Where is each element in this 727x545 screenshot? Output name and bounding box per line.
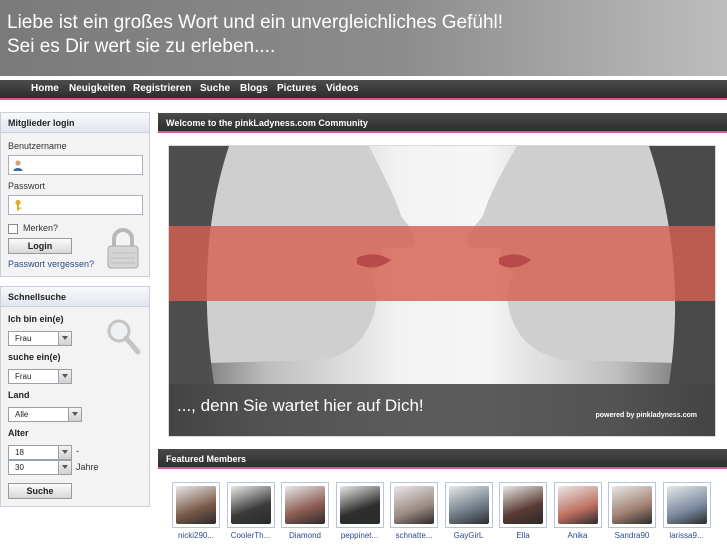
member-avatar bbox=[557, 486, 598, 524]
member-card[interactable]: nicki290... bbox=[172, 482, 224, 540]
header-slogan-line-1: Liebe ist ein großes Wort und ein unverg… bbox=[7, 12, 504, 33]
member-photo-frame bbox=[172, 482, 220, 528]
member-name[interactable]: GayGirL bbox=[445, 531, 493, 540]
member-photo-frame bbox=[553, 482, 602, 528]
nav-home[interactable]: Home bbox=[31, 83, 59, 94]
member-card[interactable]: larissa9... bbox=[662, 482, 715, 540]
member-photo-frame bbox=[335, 482, 384, 528]
age-to-value: 30 bbox=[15, 463, 24, 472]
member-avatar bbox=[503, 486, 543, 524]
age-to-select[interactable]: 30 bbox=[8, 460, 72, 475]
search-button[interactable]: Suche bbox=[8, 483, 72, 499]
magnifier-icon bbox=[107, 319, 141, 355]
member-name[interactable]: Anika bbox=[554, 531, 602, 540]
powered-by-text: powered by pinkladyness.com bbox=[595, 412, 697, 419]
quick-search-title: Schnellsuche bbox=[1, 287, 149, 307]
member-avatar bbox=[230, 486, 271, 524]
member-photo-frame bbox=[226, 482, 275, 528]
member-name[interactable]: nicki290... bbox=[172, 531, 220, 540]
nav-suche[interactable]: Suche bbox=[200, 83, 230, 94]
chevron-down-icon bbox=[58, 332, 71, 345]
nav-neuigkeiten[interactable]: Neuigkeiten bbox=[69, 83, 126, 94]
iam-select[interactable]: Frau bbox=[8, 331, 72, 346]
member-card[interactable]: Ella bbox=[499, 482, 551, 540]
site-header: Liebe ist ein großes Wort und ein unverg… bbox=[0, 0, 727, 76]
username-field[interactable] bbox=[8, 155, 143, 175]
member-name[interactable]: schnatte... bbox=[390, 531, 438, 540]
age-label: Alter bbox=[8, 428, 29, 438]
header-slogan-line-2: Sei es Dir wert sie zu erleben.... bbox=[7, 36, 276, 57]
country-label: Land bbox=[8, 390, 30, 400]
age-from-value: 18 bbox=[15, 448, 24, 457]
main-nav: Home Neuigkeiten Registrieren Suche Blog… bbox=[0, 80, 727, 100]
login-title: Mitglieder login bbox=[1, 113, 149, 133]
member-name[interactable]: larissa9... bbox=[663, 531, 711, 540]
iam-label: Ich bin ein(e) bbox=[8, 314, 64, 324]
login-button[interactable]: Login bbox=[8, 238, 72, 254]
password-label: Passwort bbox=[8, 181, 46, 191]
age-from-select[interactable]: 18 bbox=[8, 445, 72, 460]
age-unit-label: Jahre bbox=[76, 462, 99, 472]
featured-members-list: nicki290... CoolerTh... Diamond peppinet...… bbox=[168, 478, 716, 545]
age-range-dash: - bbox=[76, 446, 79, 456]
key-icon bbox=[15, 199, 21, 211]
quick-search-box: Schnellsuche Ich bin ein(e) Frau suche e… bbox=[0, 286, 150, 507]
member-name[interactable]: CoolerTh... bbox=[227, 531, 275, 540]
hero-caption-band: ..., denn Sie wartet hier auf Dich! powe… bbox=[169, 384, 715, 436]
welcome-header: Welcome to the pinkLadyness.com Communit… bbox=[158, 113, 727, 133]
member-avatar bbox=[285, 486, 325, 524]
member-card[interactable]: GayGirL bbox=[444, 482, 497, 540]
seek-select[interactable]: Frau bbox=[8, 369, 72, 384]
member-avatar bbox=[394, 486, 434, 524]
username-label: Benutzername bbox=[8, 141, 67, 151]
chevron-down-icon bbox=[58, 370, 71, 383]
member-card[interactable]: Anika bbox=[553, 482, 606, 540]
member-name[interactable]: Ella bbox=[499, 531, 547, 540]
member-card[interactable]: peppinet... bbox=[335, 482, 388, 540]
seek-select-value: Frau bbox=[15, 372, 32, 381]
remember-label: Merken? bbox=[23, 223, 59, 233]
chevron-down-icon bbox=[68, 408, 81, 421]
member-photo-frame bbox=[608, 482, 656, 528]
hero-tagline: ..., denn Sie wartet hier auf Dich! bbox=[177, 396, 424, 415]
member-avatar bbox=[176, 486, 216, 524]
chevron-down-icon bbox=[58, 461, 71, 474]
member-photo-frame bbox=[444, 482, 493, 528]
password-field[interactable] bbox=[8, 195, 143, 215]
nav-blogs[interactable]: Blogs bbox=[240, 83, 268, 94]
member-name[interactable]: Sandra90 bbox=[608, 531, 656, 540]
nav-pictures[interactable]: Pictures bbox=[277, 83, 316, 94]
padlock-icon bbox=[107, 228, 139, 269]
member-name[interactable]: peppinet... bbox=[336, 531, 384, 540]
remember-checkbox[interactable] bbox=[8, 224, 18, 234]
member-photo-frame bbox=[390, 482, 438, 528]
iam-select-value: Frau bbox=[15, 334, 32, 343]
user-icon bbox=[13, 160, 23, 171]
member-avatar bbox=[612, 486, 652, 524]
nav-registrieren[interactable]: Registrieren bbox=[133, 83, 191, 94]
nav-videos[interactable]: Videos bbox=[326, 83, 359, 94]
country-select-value: Alle bbox=[15, 410, 29, 419]
featured-members-header: Featured Members bbox=[158, 449, 727, 469]
member-card[interactable]: CoolerTh... bbox=[226, 482, 279, 540]
member-name[interactable]: Diamond bbox=[281, 531, 329, 540]
hero-banner: ..., denn Sie wartet hier auf Dich! powe… bbox=[168, 145, 716, 437]
member-avatar bbox=[339, 486, 380, 524]
forgot-password-link[interactable]: Passwort vergessen? bbox=[8, 259, 94, 269]
member-photo-frame bbox=[662, 482, 711, 528]
login-box: Mitglieder login Benutzername Passwort M… bbox=[0, 112, 150, 277]
member-photo-frame bbox=[281, 482, 329, 528]
member-card[interactable]: Diamond bbox=[281, 482, 333, 540]
country-select[interactable]: Alle bbox=[8, 407, 82, 422]
member-card[interactable]: schnatte... bbox=[390, 482, 442, 540]
seek-label: suche ein(e) bbox=[8, 352, 61, 362]
member-card[interactable]: Sandra90 bbox=[608, 482, 660, 540]
chevron-down-icon bbox=[58, 446, 71, 459]
member-avatar bbox=[666, 486, 707, 524]
member-photo-frame bbox=[499, 482, 547, 528]
member-avatar bbox=[448, 486, 489, 524]
